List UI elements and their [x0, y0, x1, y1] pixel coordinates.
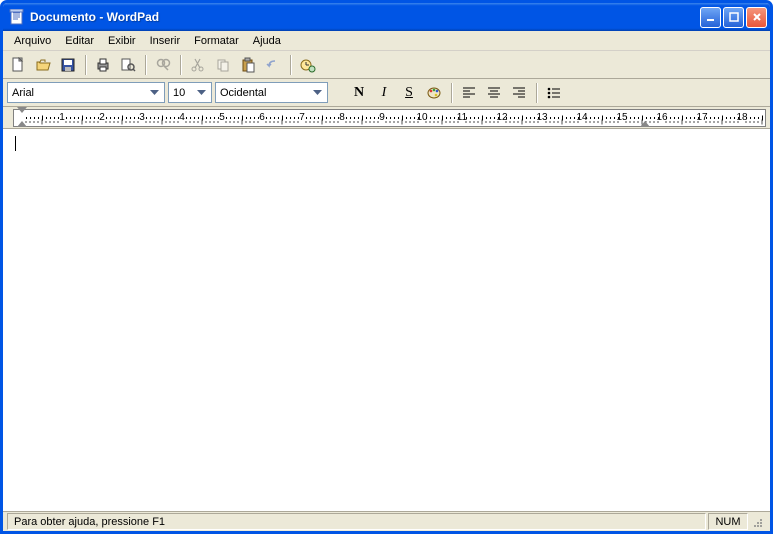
dropdown-arrow-icon	[310, 84, 325, 101]
window-title: Documento - WordPad	[30, 10, 695, 24]
status-num-text: NUM	[715, 516, 740, 528]
ruler-number: 2	[99, 112, 105, 123]
menu-exibir[interactable]: Exibir	[101, 33, 143, 49]
ruler-number: 10	[416, 112, 427, 123]
resize-grip-icon[interactable]	[750, 515, 766, 529]
menu-inserir[interactable]: Inserir	[143, 33, 188, 49]
datetime-button[interactable]	[297, 54, 319, 76]
paste-button[interactable]	[237, 54, 259, 76]
underline-button[interactable]: S	[398, 82, 420, 104]
bold-button[interactable]: N	[348, 82, 370, 104]
ruler-number: 12	[496, 112, 507, 123]
right-indent-marker[interactable]	[640, 121, 650, 127]
wordpad-icon	[9, 9, 25, 25]
dropdown-arrow-icon	[147, 84, 162, 101]
status-help: Para obter ajuda, pressione F1	[7, 513, 706, 530]
document-area[interactable]	[3, 129, 770, 511]
ruler-number: 18	[736, 112, 747, 123]
toolbar-separator	[290, 55, 291, 75]
ruler-number: 6	[259, 112, 265, 123]
standard-toolbar	[3, 51, 770, 79]
status-bar: Para obter ajuda, pressione F1 NUM	[3, 511, 770, 531]
toolbar-separator	[85, 55, 86, 75]
toolbar-separator	[180, 55, 181, 75]
encoding: Ocidental	[220, 87, 266, 99]
italic-button[interactable]: I	[373, 82, 395, 104]
ruler-number: 17	[696, 112, 707, 123]
close-button[interactable]	[746, 7, 767, 28]
window-controls	[700, 7, 767, 28]
dropdown-arrow-icon	[194, 84, 209, 101]
ruler-area: 123456789101112131415161718	[3, 107, 770, 129]
align-left-button[interactable]	[458, 82, 480, 104]
menu-bar: Arquivo Editar Exibir Inserir Formatar A…	[3, 31, 770, 51]
align-center-button[interactable]	[483, 82, 505, 104]
find-button[interactable]	[152, 54, 174, 76]
minimize-button[interactable]	[700, 7, 721, 28]
first-line-indent-marker[interactable]	[17, 107, 27, 113]
ruler-number: 1	[59, 112, 65, 123]
font-size: 10	[173, 87, 185, 99]
open-button[interactable]	[32, 54, 54, 76]
ruler[interactable]: 123456789101112131415161718	[13, 109, 766, 127]
text-cursor	[15, 136, 16, 151]
menu-ajuda[interactable]: Ajuda	[246, 33, 288, 49]
ruler-number: 15	[616, 112, 627, 123]
toolbar-separator	[145, 55, 146, 75]
hanging-indent-marker[interactable]	[17, 121, 27, 127]
encoding-combo[interactable]: Ocidental	[215, 82, 328, 103]
toolbar-separator	[451, 83, 452, 103]
status-help-text: Para obter ajuda, pressione F1	[14, 516, 165, 528]
ruler-number: 8	[339, 112, 345, 123]
menu-editar[interactable]: Editar	[58, 33, 101, 49]
print-preview-button[interactable]	[117, 54, 139, 76]
save-button[interactable]	[57, 54, 79, 76]
ruler-number: 16	[656, 112, 667, 123]
menu-formatar[interactable]: Formatar	[187, 33, 246, 49]
wordpad-window: Documento - WordPad Arquivo Editar Exibi…	[0, 0, 773, 534]
color-button[interactable]	[423, 82, 445, 104]
title-bar[interactable]: Documento - WordPad	[3, 3, 770, 31]
copy-button[interactable]	[212, 54, 234, 76]
ruler-number: 3	[139, 112, 145, 123]
status-num: NUM	[708, 513, 748, 530]
new-button[interactable]	[7, 54, 29, 76]
print-button[interactable]	[92, 54, 114, 76]
font-name: Arial	[12, 87, 34, 99]
undo-button[interactable]	[262, 54, 284, 76]
menu-arquivo[interactable]: Arquivo	[7, 33, 58, 49]
font-size-combo[interactable]: 10	[168, 82, 212, 103]
maximize-button[interactable]	[723, 7, 744, 28]
ruler-number: 14	[576, 112, 587, 123]
ruler-number: 7	[299, 112, 305, 123]
ruler-number: 13	[536, 112, 547, 123]
font-combo[interactable]: Arial	[7, 82, 165, 103]
cut-button[interactable]	[187, 54, 209, 76]
format-toolbar: Arial 10 Ocidental N I S	[3, 79, 770, 107]
ruler-number: 4	[179, 112, 185, 123]
ruler-number: 5	[219, 112, 225, 123]
toolbar-separator	[536, 83, 537, 103]
align-right-button[interactable]	[508, 82, 530, 104]
bullets-button[interactable]	[543, 82, 565, 104]
ruler-number: 9	[379, 112, 385, 123]
ruler-number: 11	[457, 112, 467, 123]
